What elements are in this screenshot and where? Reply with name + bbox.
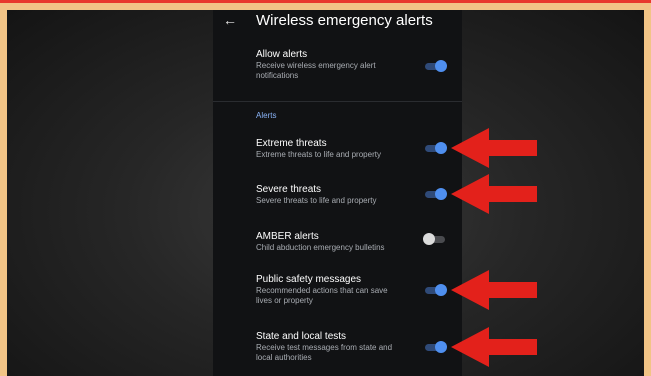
- allow-alerts-toggle[interactable]: [423, 60, 447, 72]
- severe-threats-toggle[interactable]: [423, 188, 447, 200]
- page-title: Wireless emergency alerts: [256, 12, 433, 29]
- setting-description: Severe threats to life and property: [256, 196, 377, 205]
- toggle-thumb: [435, 284, 447, 296]
- toggle-thumb: [435, 188, 447, 200]
- video-stage: ← Wireless emergency alerts Allow alerts…: [7, 10, 644, 376]
- public-safety-toggle[interactable]: [423, 284, 447, 296]
- toggle-thumb: [435, 142, 447, 154]
- extreme-threats-toggle[interactable]: [423, 142, 447, 154]
- state-local-tests-toggle[interactable]: [423, 341, 447, 353]
- red-arrow-icon: [451, 128, 537, 168]
- divider: [213, 101, 462, 102]
- setting-description: Receive wireless emergency alert notific…: [256, 61, 376, 80]
- amber-alerts-toggle[interactable]: [423, 233, 447, 245]
- red-arrow-icon: [451, 327, 537, 367]
- toggle-thumb: [435, 60, 447, 72]
- setting-description: Extreme threats to life and property: [256, 150, 381, 159]
- setting-description: Recommended actions that can save lives …: [256, 286, 388, 305]
- setting-description: Child abduction emergency bulletins: [256, 243, 385, 252]
- red-arrow-icon: [451, 174, 537, 214]
- phone-screen: ← Wireless emergency alerts Allow alerts…: [213, 10, 462, 376]
- arrow-left-icon[interactable]: ←: [223, 12, 237, 28]
- red-arrow-icon: [451, 270, 537, 310]
- app-bar: ← Wireless emergency alerts: [213, 10, 462, 36]
- section-header-alerts: Alerts: [256, 111, 277, 120]
- screenshot-frame: ← Wireless emergency alerts Allow alerts…: [0, 0, 651, 376]
- toggle-thumb: [435, 341, 447, 353]
- setting-description: Receive test messages from state and loc…: [256, 343, 393, 362]
- toggle-thumb: [423, 233, 435, 245]
